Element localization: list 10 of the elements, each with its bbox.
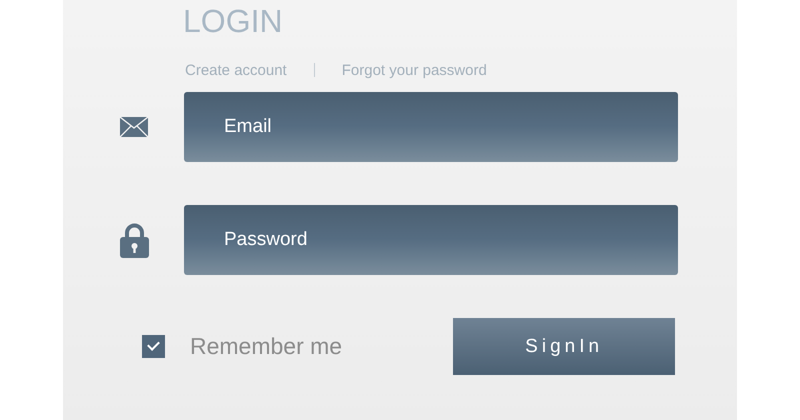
remember-label: Remember me bbox=[190, 333, 342, 360]
account-link[interactable]: Create account bbox=[185, 62, 287, 78]
sign-in-button[interactable]: SignIn bbox=[453, 318, 676, 375]
envelope-icon bbox=[120, 117, 148, 137]
password-field[interactable]: Password bbox=[184, 205, 678, 275]
email-field[interactable]: Email bbox=[184, 92, 678, 162]
login-title: LOGIN bbox=[183, 2, 283, 39]
remember-checkbox[interactable] bbox=[142, 335, 165, 358]
lock-icon bbox=[120, 222, 149, 258]
account-link[interactable]: Forgot your password bbox=[342, 62, 487, 78]
